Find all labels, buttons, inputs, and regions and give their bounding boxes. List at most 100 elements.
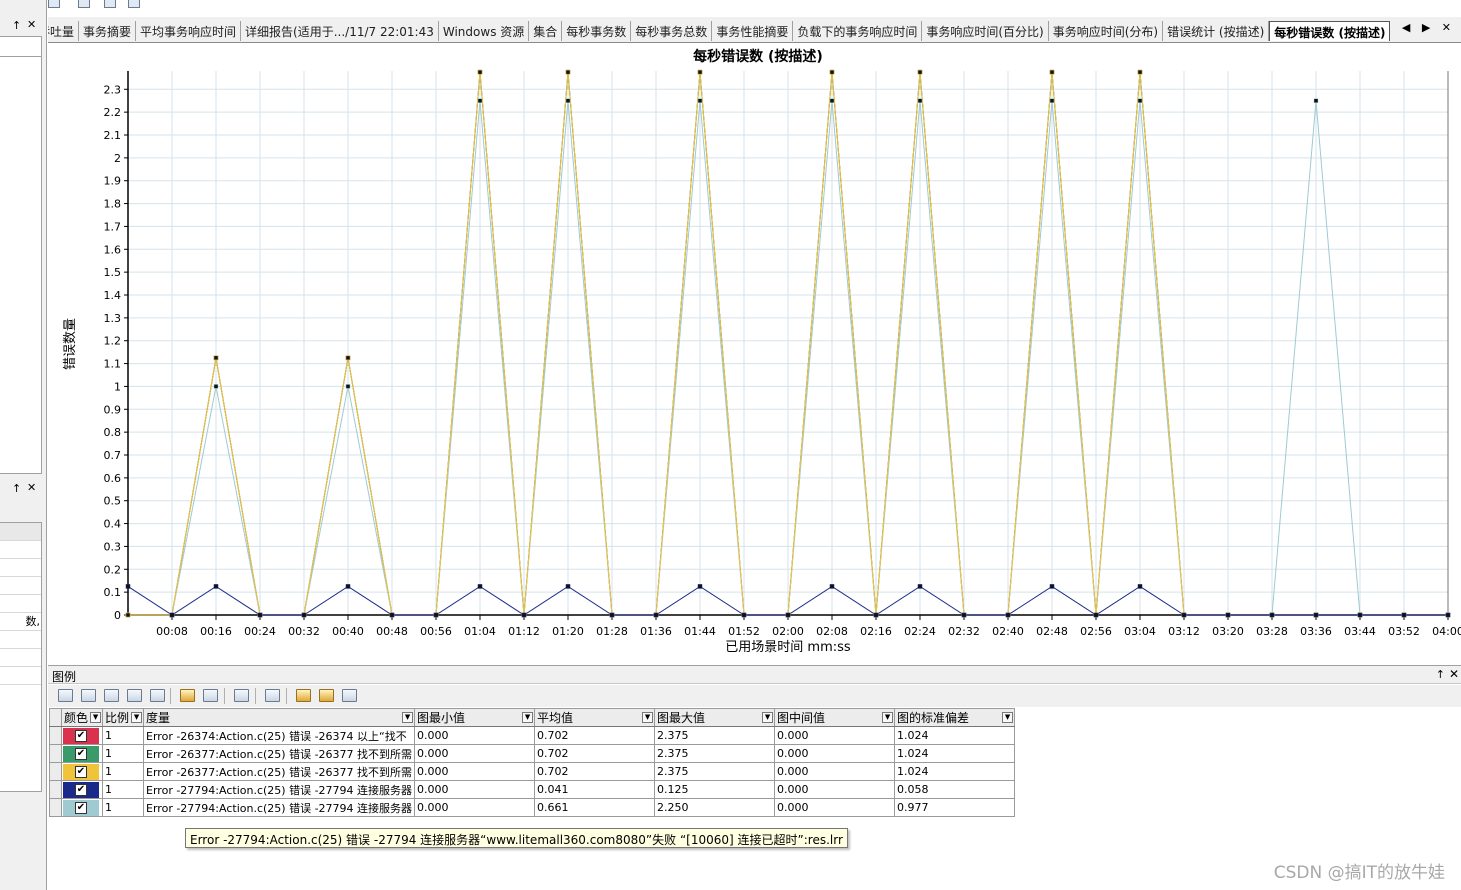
tab-transaction-performance-summary[interactable]: 事务性能摘要 (712, 21, 794, 41)
close-icon[interactable]: ✕ (27, 481, 36, 494)
row-selector[interactable] (49, 762, 62, 781)
tab-response-time-under-load[interactable]: 负载下的事务响应时间 (793, 21, 923, 41)
series-color-cell[interactable]: ✔ (60, 726, 104, 745)
data-point[interactable] (1137, 69, 1143, 75)
column-header-max[interactable]: 图最大值 ▼ (654, 708, 776, 727)
series-visible-checkbox[interactable]: ✔ (75, 801, 87, 814)
pin-icon[interactable]: ↑ (12, 482, 21, 495)
tab-transaction-summary[interactable]: 事务摘要 (79, 21, 137, 41)
toolbar-button-graph[interactable] (78, 0, 90, 8)
tab-throughput[interactable]: 吞吐量 (48, 21, 80, 41)
tab-windows-resources[interactable]: Windows 资源 (439, 21, 530, 41)
toolbar-button-table[interactable] (48, 0, 60, 8)
property-row[interactable] (0, 559, 41, 577)
data-point[interactable] (1313, 98, 1319, 103)
row-selector[interactable] (49, 726, 62, 745)
table-row[interactable]: ✔ 1 Error -26374:Action.c(25) 错误 -26374 … (49, 726, 1016, 745)
data-point[interactable] (1049, 584, 1055, 589)
data-point[interactable] (521, 612, 527, 618)
series-color-cell[interactable]: ✔ (60, 744, 104, 763)
data-point[interactable] (917, 69, 923, 75)
show-selected-icon[interactable] (319, 689, 334, 702)
tab-detailed-report[interactable]: 详细报告(适用于.../11/7 22:01:43 (241, 21, 439, 41)
data-point[interactable] (565, 69, 571, 75)
column-header-avg[interactable]: 平均值 ▼ (534, 708, 656, 727)
data-point[interactable] (697, 98, 703, 103)
data-point[interactable] (1005, 612, 1011, 618)
table-row[interactable]: ✔ 1 Error -27794:Action.c(25) 错误 -27794 … (49, 780, 1016, 799)
data-point[interactable] (873, 612, 879, 618)
data-point[interactable] (125, 612, 131, 618)
tab-transactions-per-second[interactable]: 每秒事务数 (562, 21, 632, 41)
row-selector[interactable] (49, 798, 62, 817)
tab-response-time-percentile[interactable]: 事务响应时间(百分比) (922, 21, 1049, 41)
data-point[interactable] (829, 584, 835, 589)
data-point[interactable] (301, 612, 307, 618)
data-point[interactable] (345, 384, 351, 389)
data-point[interactable] (829, 69, 835, 75)
pin-icon[interactable]: ↑ (1436, 668, 1445, 681)
series-color-cell[interactable]: ✔ (60, 798, 104, 817)
data-point[interactable] (565, 98, 571, 103)
column-header-std-dev[interactable]: 图的标准偏差 ▼ (894, 708, 1016, 727)
chevron-down-icon[interactable]: ▼ (522, 712, 534, 723)
series-visible-checkbox[interactable]: ✔ (75, 747, 87, 760)
data-point[interactable] (1049, 98, 1055, 103)
errors-per-second-chart[interactable]: 0 0.1 0.2 0.3 0.4 0.5 0.6 0.7 0.8 0.9 1 1.1 1.2 1.3 1.… (48, 44, 1461, 660)
data-point[interactable] (653, 612, 659, 618)
data-point[interactable] (1225, 612, 1231, 618)
toolbar-button-report[interactable] (128, 0, 140, 8)
hide-icon[interactable] (203, 689, 218, 702)
column-header-measure[interactable]: 度量 ▼ (143, 708, 416, 727)
table-row[interactable]: ✔ 1 Error -26377:Action.c(25) 错误 -26377 … (49, 762, 1016, 781)
tab-rendezvous[interactable]: 集合 (529, 21, 563, 41)
data-point[interactable] (1049, 69, 1055, 75)
toolbar-button-save[interactable] (104, 0, 116, 8)
data-point[interactable] (389, 612, 395, 618)
data-point[interactable] (477, 98, 483, 103)
column-header-color[interactable]: 颜色 ▼ (60, 708, 104, 727)
data-point[interactable] (961, 612, 967, 618)
chevron-down-icon[interactable]: ▼ (1002, 712, 1014, 723)
table-row[interactable]: ✔ 1 Error -27794:Action.c(25) 错误 -27794 … (49, 798, 1016, 817)
data-point[interactable] (477, 584, 483, 589)
data-point[interactable] (917, 98, 923, 103)
data-point[interactable] (345, 584, 351, 589)
filter-icon[interactable] (58, 689, 73, 702)
properties-icon[interactable] (234, 689, 249, 702)
data-point[interactable] (829, 98, 835, 103)
row-selector[interactable] (49, 780, 62, 799)
tab-total-transactions-per-second[interactable]: 每秒事务总数 (631, 21, 713, 41)
tab-error-statistics[interactable]: 错误统计 (按描述) (1163, 21, 1270, 41)
data-point[interactable] (565, 584, 571, 589)
property-row[interactable] (0, 577, 41, 595)
property-row[interactable]: 数, (0, 613, 41, 631)
data-point[interactable] (1357, 612, 1363, 618)
property-row[interactable] (0, 595, 41, 613)
data-point[interactable] (169, 612, 175, 618)
column-header-scale[interactable]: 比例 ▼ (102, 708, 145, 727)
chevron-down-icon[interactable]: ▼ (90, 712, 102, 723)
tab-avg-response-time[interactable]: 平均事务响应时间 (136, 21, 242, 41)
property-row[interactable] (0, 541, 41, 559)
highlight-icon[interactable] (180, 689, 195, 702)
property-row[interactable] (0, 523, 41, 541)
data-point[interactable] (345, 355, 351, 361)
data-point[interactable] (1269, 612, 1275, 618)
data-point[interactable] (433, 612, 439, 618)
data-point[interactable] (917, 584, 923, 589)
data-point[interactable] (1313, 612, 1319, 618)
data-point[interactable] (785, 612, 791, 618)
data-point[interactable] (257, 612, 263, 618)
funnel-icon[interactable] (150, 689, 165, 702)
row-selector[interactable] (49, 744, 62, 763)
show-all-icon[interactable] (296, 689, 311, 702)
data-point[interactable] (1137, 584, 1143, 589)
close-icon[interactable]: ✕ (1449, 667, 1459, 681)
configure-icon[interactable] (104, 689, 119, 702)
table-row[interactable]: ✔ 1 Error -26377:Action.c(25) 错误 -26377 … (49, 744, 1016, 763)
property-row[interactable] (0, 649, 41, 667)
series-color-cell[interactable]: ✔ (60, 780, 104, 799)
chevron-down-icon[interactable]: ▼ (882, 712, 894, 723)
data-point[interactable] (125, 584, 131, 589)
